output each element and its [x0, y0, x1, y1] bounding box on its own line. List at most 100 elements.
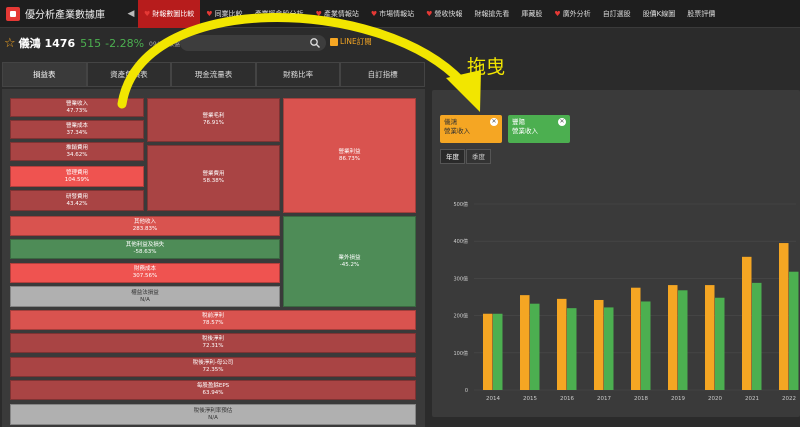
revenue-bar-chart: 0 100億 200億 300億 400億 500億 2014 2015 2016 2017 201…	[453, 201, 799, 402]
treemap-cell-label: 其他收入	[133, 219, 156, 225]
nav-item[interactable]: 財報搶先看	[468, 0, 515, 28]
nav-item[interactable]: 股票評價	[681, 0, 721, 28]
treemap-cell[interactable]: 推銷費用 34.62%	[10, 142, 144, 161]
bar-series-2[interactable]	[530, 303, 540, 390]
treemap-cell[interactable]: 營業費用 58.38%	[147, 145, 280, 211]
treemap-cell-label: 稅後淨利率預估	[193, 407, 233, 414]
app-logo[interactable]: 優分析產業數據庫	[0, 0, 124, 28]
heart-icon: ♥	[206, 9, 213, 18]
bar-series-2[interactable]	[715, 297, 725, 390]
treemap-cell-label: 營業收入	[65, 100, 88, 107]
statement-tab[interactable]: 自訂指標	[340, 62, 425, 87]
chip-metric: 營業收入	[512, 127, 538, 135]
line-subscribe-button[interactable]: LINE訂閱	[330, 36, 372, 47]
nav-item-label: 股價K線圖	[642, 9, 676, 18]
bar-series-2[interactable]	[567, 308, 577, 390]
nav-item-label: 庫藏股	[521, 9, 543, 18]
chip-metric: 營業收入	[444, 127, 470, 135]
treemap-cell-value: N/A	[208, 414, 218, 421]
nav-item[interactable]: ♥ 營收快報	[420, 0, 468, 28]
treemap-cell-value: -45.2%	[339, 261, 360, 268]
nav-prev-arrow-icon[interactable]: ◀	[124, 9, 138, 19]
nav-item[interactable]: 股價K線圖	[637, 0, 682, 28]
close-icon[interactable]: ✕	[490, 118, 498, 126]
treemap-cell[interactable]: 稅後淨利率預估 N/A	[10, 404, 416, 425]
treemap-cell[interactable]: 其他收入 283.83%	[10, 216, 280, 236]
treemap-cell[interactable]: 管理費用 104.59%	[10, 166, 144, 187]
treemap-cell[interactable]: 財務成本 307.56%	[10, 263, 280, 283]
heart-icon: ♥	[315, 9, 322, 18]
company-chip-1[interactable]: 儀鴻 營業收入 ✕	[440, 115, 502, 143]
bar-series-1[interactable]	[742, 256, 752, 390]
nav-item[interactable]: ♥ 廣外分析	[548, 0, 596, 28]
x-tick-label: 2017	[597, 396, 611, 402]
statement-tab[interactable]: 損益表	[2, 62, 87, 87]
nav-item-label: 產業情報站	[323, 9, 359, 18]
bar-series-1[interactable]	[668, 285, 678, 390]
company-chip-2[interactable]: 豐陽 營業收入 ✕	[508, 115, 570, 143]
treemap-cell[interactable]: 營業收入 47.73%	[10, 98, 144, 117]
treemap-cell-label: 營業利益	[338, 148, 361, 155]
treemap-cell[interactable]: 營業毛利 76.91%	[147, 98, 280, 142]
period-annual-button[interactable]: 年度	[440, 149, 465, 164]
close-icon[interactable]: ✕	[558, 118, 566, 126]
statement-tab[interactable]: 財務比率	[255, 62, 341, 87]
statement-tabs: 損益表 資產負債表 現金流量表 財務比率 自訂指標	[2, 62, 425, 87]
bar-series-2[interactable]	[641, 301, 651, 390]
favorite-star-icon[interactable]: ☆	[4, 36, 16, 51]
treemap-cell[interactable]: 營業成本 37.34%	[10, 120, 144, 139]
bar-series-2[interactable]	[493, 313, 503, 390]
nav-item[interactable]: ♥ 財報數圖比較	[138, 0, 201, 28]
search-input[interactable]	[180, 35, 326, 51]
period-quarter-button[interactable]: 季度	[466, 149, 491, 164]
treemap-cell-value: 86.73%	[339, 155, 360, 162]
financial-treemap: 營業收入 47.73% 營業成本 37.34% 推銷費用 34.62% 管理費用 104.59…	[2, 89, 425, 427]
bar-series-2[interactable]	[752, 282, 762, 390]
treemap-cell-label: 權益法損益	[131, 289, 159, 296]
bar-series-2[interactable]	[604, 307, 614, 390]
nav-item[interactable]: 庫藏股	[515, 0, 548, 28]
bar-series-2[interactable]	[789, 271, 799, 390]
bar-series-1[interactable]	[705, 285, 715, 390]
drag-label: 拖曳	[467, 56, 506, 78]
treemap-cell[interactable]: 稅前淨利 78.57%	[10, 310, 416, 330]
nav-item[interactable]: 產業概念股分析	[249, 0, 310, 28]
nav-item[interactable]: ♥ 市場情報站	[365, 0, 420, 28]
treemap-cell[interactable]: 業外損益 -45.2%	[283, 216, 416, 307]
search-icon[interactable]	[309, 37, 321, 49]
x-tick-label: 2019	[671, 396, 685, 402]
treemap-cell-value: 307.56%	[132, 273, 158, 279]
nav-item[interactable]: ♥ 產業情報站	[310, 0, 365, 28]
bar-series-1[interactable]	[520, 295, 530, 390]
nav-item-label: 股票評價	[687, 9, 716, 18]
treemap-cell[interactable]: 權益法損益 N/A	[10, 286, 280, 307]
heart-icon: ♥	[426, 9, 433, 18]
treemap-cell-value: -58.63%	[133, 249, 157, 255]
treemap-cell-value: 58.38%	[203, 178, 224, 184]
bar-series-1[interactable]	[779, 243, 789, 390]
nav-item-label: 財報數圖比較	[152, 9, 195, 18]
treemap-cell[interactable]: 營業利益 86.73%	[283, 98, 416, 213]
treemap-cell-label: 推銷費用	[65, 144, 88, 151]
bar-series-1[interactable]	[483, 313, 493, 390]
bar-series-2[interactable]	[678, 290, 688, 390]
treemap-cell-label: 其他利益及損失	[125, 242, 165, 248]
statement-tab[interactable]: 資產負債表	[86, 62, 172, 87]
app-title: 優分析產業數據庫	[25, 10, 105, 21]
treemap-cell-value: 37.34%	[66, 129, 88, 136]
treemap-cell-value: 72.35%	[202, 367, 224, 373]
nav-item[interactable]: 自訂選股	[597, 0, 637, 28]
treemap-cell[interactable]: 其他利益及損失 -58.63%	[10, 239, 280, 259]
treemap-cell[interactable]: 稅後淨利 72.31%	[10, 333, 416, 353]
treemap-cell[interactable]: 稅後淨利-母公司 72.35%	[10, 357, 416, 377]
treemap-cell-value: 47.73%	[66, 107, 88, 114]
treemap-cell[interactable]: 每股盈餘EPS 63.94%	[10, 380, 416, 400]
bar-series-1[interactable]	[557, 298, 567, 390]
statement-tab[interactable]: 現金流量表	[171, 62, 256, 87]
treemap-cell-value: 43.42%	[66, 200, 88, 207]
nav-item[interactable]: ♥ 同業比較	[200, 0, 248, 28]
treemap-cell-label: 稅前淨利	[201, 313, 224, 319]
bar-series-1[interactable]	[594, 299, 604, 390]
bar-series-1[interactable]	[631, 287, 641, 390]
treemap-cell[interactable]: 研發費用 43.42%	[10, 190, 144, 211]
